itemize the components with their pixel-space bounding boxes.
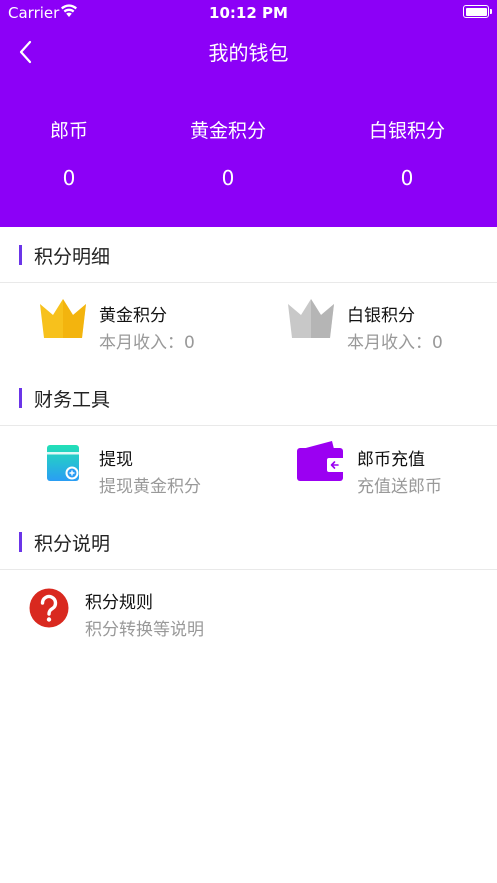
section-header-points-info: 积分说明: [0, 514, 497, 570]
silver-points-item[interactable]: 白银积分 本月收入：0: [286, 295, 486, 355]
question-mark-icon: [29, 588, 69, 628]
wallet-page: Carrier 10:12 PM 我的钱包 郎币 0 黄金积分 0 白银积分 0: [0, 0, 497, 883]
withdraw-item[interactable]: 提现 提现黄金积分: [46, 439, 246, 499]
page-title: 我的钱包: [208, 41, 289, 65]
silver-crown-icon: [288, 299, 334, 338]
item-subtitle: 充值送郎币: [357, 477, 442, 497]
balance-label: 郎币: [49, 120, 88, 142]
section-header-points-detail: 积分明细: [0, 227, 497, 283]
header: Carrier 10:12 PM 我的钱包 郎币 0 黄金积分 0 白银积分 0: [0, 0, 497, 227]
item-subtitle: 提现黄金积分: [99, 477, 201, 497]
balance-value: 0: [221, 166, 235, 190]
item-subtitle: 积分转换等说明: [85, 620, 204, 640]
item-title: 白银积分: [347, 306, 415, 326]
balance-label: 白银积分: [368, 120, 445, 142]
withdraw-icon: [47, 445, 79, 481]
status-bar: Carrier 10:12 PM: [0, 0, 497, 26]
section-title: 积分明细: [34, 246, 111, 268]
status-time: 10:12 PM: [209, 4, 288, 22]
balance-value: 0: [400, 166, 414, 190]
section-header-finance-tools: 财务工具: [0, 370, 497, 426]
section-title: 财务工具: [34, 389, 111, 411]
item-subtitle: 本月收入：0: [347, 333, 443, 353]
points-rules-item[interactable]: 积分规则 积分转换等说明: [28, 582, 248, 642]
item-title: 黄金积分: [99, 306, 167, 326]
section-accent-bar: [19, 245, 22, 265]
balance-value: 0: [62, 166, 76, 190]
balance-langbi[interactable]: 郎币 0: [0, 116, 149, 190]
item-subtitle: 本月收入：0: [99, 333, 195, 353]
item-title: 提现: [99, 450, 133, 470]
gold-crown-icon: [40, 299, 86, 338]
item-title: 积分规则: [85, 593, 153, 613]
langbi-recharge-item[interactable]: 郎币充值 充值送郎币: [296, 439, 486, 499]
battery-icon: [463, 5, 489, 18]
item-title: 郎币充值: [357, 450, 425, 470]
battery-tip: [490, 9, 492, 14]
section-title: 积分说明: [34, 533, 111, 555]
gold-points-item[interactable]: 黄金积分 本月收入：0: [38, 295, 258, 355]
balance-silver-points[interactable]: 白银积分 0: [327, 116, 487, 190]
wallet-icon: [297, 441, 345, 481]
section-accent-bar: [19, 388, 22, 408]
section-accent-bar: [19, 532, 22, 552]
balance-label: 黄金积分: [189, 120, 266, 142]
balance-gold-points[interactable]: 黄金积分 0: [148, 116, 308, 190]
